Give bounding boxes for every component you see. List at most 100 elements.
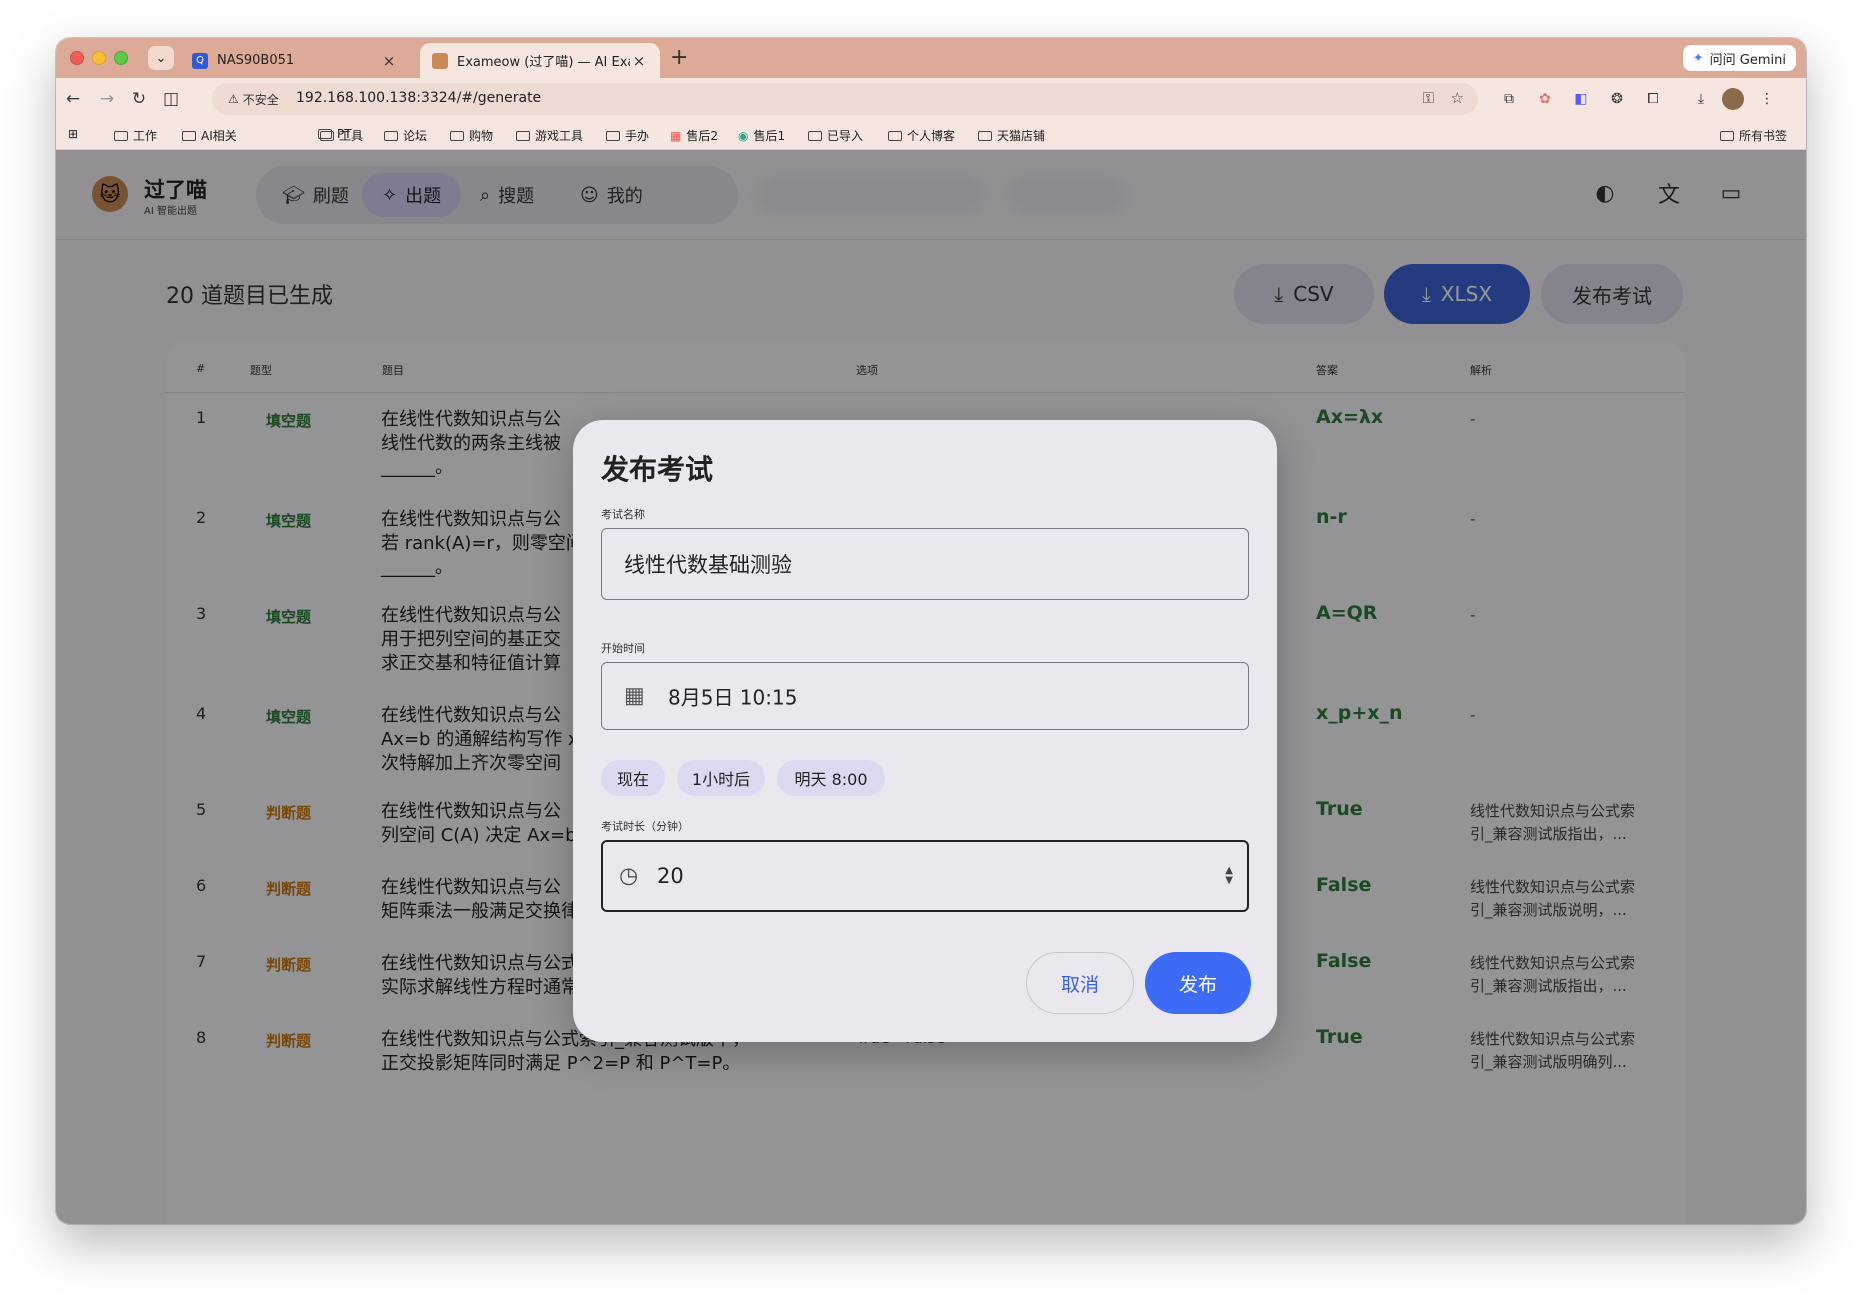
page-content: 🐱 过了喵 AI 智能出题 🎓︎ 刷题 ✧ 出题 ⌕ 搜题 ☺ 我的 ◐ 文 ▭ 20 …	[56, 150, 1806, 1224]
cancel-button[interactable]: 取消	[1026, 952, 1134, 1014]
extension-icon[interactable]: ◧	[1570, 88, 1592, 110]
dialog-title: 发布考试	[601, 453, 714, 486]
bookmark-folder[interactable]: AI相关	[182, 127, 237, 144]
minimize-window-button[interactable]	[92, 51, 106, 65]
bookmark-label: 售后1	[753, 129, 786, 143]
bookmark-folder[interactable]: 购物	[450, 127, 493, 144]
forward-icon[interactable]: →	[94, 86, 120, 112]
bookmark-label: 购物	[469, 129, 494, 143]
bookmark-link[interactable]: ◉ 售后1	[738, 127, 785, 144]
bookmark-folder[interactable]: 论坛	[384, 127, 427, 144]
bookmark-label: 所有书签	[1739, 129, 1788, 143]
extension-icon[interactable]: ❂	[1606, 88, 1628, 110]
bookmark-label: 售后2	[686, 129, 718, 143]
clock-icon: ◷	[619, 863, 639, 889]
bookmark-link[interactable]: ▦ 售后2	[670, 127, 718, 144]
gemini-label: 问问 Gemini	[1709, 52, 1786, 68]
quick-now-chip[interactable]: 现在	[601, 760, 665, 796]
profile-avatar[interactable]	[1722, 88, 1744, 110]
maximize-window-button[interactable]	[114, 51, 128, 65]
duration-label: 考试时长（分钟）	[601, 820, 689, 833]
insecure-label: 不安全	[242, 92, 279, 107]
exam-name-field[interactable]: 线性代数基础测验	[601, 528, 1249, 600]
bookmark-folder[interactable]: 已导入	[808, 127, 863, 144]
bookmark-label: 手办	[625, 129, 650, 143]
quick-tomorrow-chip[interactable]: 明天 8:00	[777, 760, 885, 796]
download-icon[interactable]: ⤓	[1690, 88, 1712, 110]
browser-tab[interactable]: Q NAS90B051 ×	[180, 43, 410, 78]
bookmark-label: AI相关	[201, 129, 237, 143]
warning-icon: ⚠	[228, 92, 239, 106]
bookmark-folder[interactable]: 天猫店铺	[978, 127, 1045, 144]
bookmark-label: 工作	[133, 129, 158, 143]
bookmark-star-icon[interactable]: ☆	[1451, 89, 1464, 107]
start-time-value: 8月5日 10:15	[668, 685, 798, 710]
publish-button[interactable]: 发布	[1145, 952, 1251, 1014]
all-bookmarks-folder[interactable]: 所有书签	[1720, 127, 1787, 144]
split-view-icon[interactable]: ◫	[158, 86, 184, 112]
number-stepper-icon[interactable]: ▲ ▼	[1225, 866, 1233, 886]
bookmark-folder[interactable]: 游戏工具	[516, 127, 583, 144]
folder-icon	[182, 130, 196, 141]
folder-icon	[516, 130, 530, 141]
folder-icon	[320, 130, 334, 141]
nas-favicon-icon: Q	[192, 52, 208, 69]
globe-icon: ◉	[738, 128, 749, 143]
publish-exam-dialog: 发布考试 考试名称 线性代数基础测验 开始时间 ▦ 8月5日 10:15 现在 …	[573, 420, 1277, 1042]
bookmark-folder[interactable]: 个人博客	[888, 127, 955, 144]
extension-icon[interactable]: ✿	[1534, 88, 1556, 110]
folder-icon	[808, 130, 822, 141]
apps-grid-icon[interactable]: ⊞	[68, 127, 78, 141]
gemini-sparkle-icon: ✦	[1692, 50, 1704, 66]
browser-window: ⌄ Q NAS90B051 × Exameow (过了喵) — AI Exam …	[56, 38, 1806, 1224]
address-bar[interactable]: ⚠ 不安全 192.168.100.138:3324/#/generate ⚿ …	[212, 83, 1478, 115]
url-text[interactable]: 192.168.100.138:3324/#/generate	[296, 90, 541, 106]
tab-title: Exameow (过了喵) — AI Exam	[457, 55, 630, 70]
browser-tab-active[interactable]: Exameow (过了喵) — AI Exam ×	[420, 43, 660, 78]
folder-icon	[1720, 130, 1734, 141]
chevron-down-icon: ⌄	[155, 50, 167, 66]
folder-icon	[978, 130, 992, 141]
exam-name-label: 考试名称	[601, 508, 645, 521]
bookmark-folder[interactable]: 手办	[606, 127, 649, 144]
browser-toolbar: ← → ↻ ◫ ⚠ 不安全 192.168.100.138:3324/#/gen…	[56, 78, 1806, 120]
security-chip[interactable]: ⚠ 不安全	[220, 88, 287, 110]
gemini-button[interactable]: ✦ 问问 Gemini	[1682, 45, 1796, 71]
bookmark-label: 天猫店铺	[997, 129, 1046, 143]
tab-strip: ⌄ Q NAS90B051 × Exameow (过了喵) — AI Exam …	[56, 38, 1806, 78]
tab-search-button[interactable]: ⌄	[148, 46, 174, 70]
chip-label: 1小时后	[691, 770, 751, 789]
close-tab-icon[interactable]: ×	[630, 52, 648, 70]
windows-logo-icon: ▦	[670, 128, 682, 143]
start-time-field[interactable]: ▦ 8月5日 10:15	[601, 662, 1249, 730]
bookmark-label: 工具	[339, 129, 364, 143]
close-tab-icon[interactable]: ×	[380, 52, 398, 70]
extensions-puzzle-icon[interactable]: ⧠	[1642, 88, 1664, 110]
exam-name-value: 线性代数基础测验	[624, 553, 792, 577]
bookmark-label: 个人博客	[907, 129, 956, 143]
extension-icon[interactable]: ⧉	[1498, 88, 1520, 110]
password-key-icon[interactable]: ⚿	[1423, 89, 1434, 107]
duration-value: 20	[657, 864, 684, 888]
folder-icon	[450, 130, 464, 141]
bookmark-label: 游戏工具	[535, 129, 584, 143]
tab-title: NAS90B051	[217, 53, 295, 68]
folder-icon	[888, 130, 902, 141]
folder-icon	[384, 130, 398, 141]
bookmark-folder[interactable]: 工具	[320, 127, 363, 144]
cat-favicon-icon	[432, 52, 448, 69]
bookmark-label: 已导入	[827, 129, 864, 143]
folder-icon	[606, 130, 620, 141]
chip-label: 现在	[616, 770, 649, 789]
new-tab-button[interactable]: +	[670, 45, 688, 70]
reload-icon[interactable]: ↻	[126, 86, 152, 112]
bookmark-label: 论坛	[403, 129, 428, 143]
menu-kebab-icon[interactable]: ⋮	[1756, 88, 1778, 110]
duration-input[interactable]: ◷ 20 ▲ ▼	[601, 840, 1249, 912]
button-label: 取消	[1060, 973, 1099, 996]
start-time-label: 开始时间	[601, 642, 645, 655]
close-window-button[interactable]	[70, 51, 84, 65]
back-icon[interactable]: ←	[60, 86, 86, 112]
quick-1h-chip[interactable]: 1小时后	[677, 760, 765, 796]
bookmark-folder[interactable]: 工作	[114, 127, 157, 144]
